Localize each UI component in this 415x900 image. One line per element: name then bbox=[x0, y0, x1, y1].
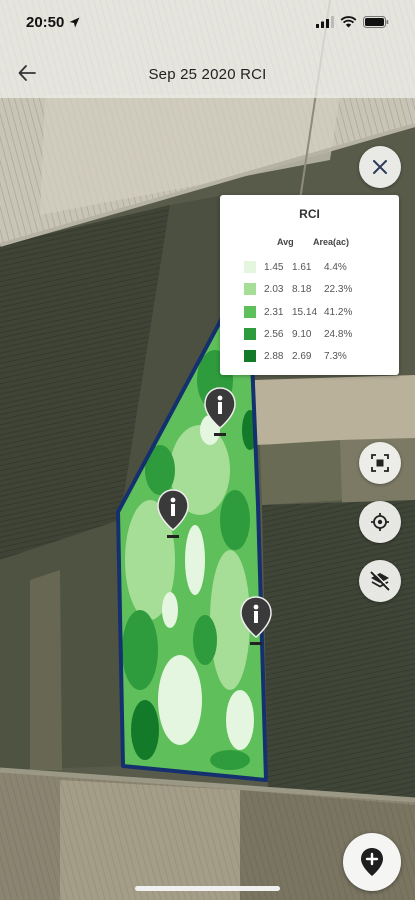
my-location-icon bbox=[371, 513, 389, 531]
legend-row: 2.31 15.14 41.2% bbox=[244, 305, 352, 319]
rci-legend: RCI Avg Area(ac) 1.45 1.61 4.4% 2.03 8.1… bbox=[220, 195, 399, 375]
legend-row: 2.56 9.10 24.8% bbox=[244, 327, 352, 341]
status-bar: 20:50 bbox=[0, 0, 415, 44]
hide-layers-button[interactable] bbox=[359, 560, 401, 602]
home-indicator bbox=[135, 886, 280, 891]
back-arrow-icon bbox=[18, 65, 36, 81]
legend-col-area: Area(ac) bbox=[313, 237, 350, 247]
legend-swatch bbox=[244, 350, 256, 362]
my-location-button[interactable] bbox=[359, 501, 401, 543]
battery-icon bbox=[363, 16, 389, 28]
status-time: 20:50 bbox=[26, 13, 65, 31]
fit-bounds-button[interactable] bbox=[359, 442, 401, 484]
nav-bar: Sep 25 2020 RCI bbox=[0, 52, 415, 96]
location-arrow-icon bbox=[69, 17, 80, 27]
close-icon bbox=[373, 160, 387, 174]
legend-row: 2.88 2.69 7.3% bbox=[244, 349, 347, 363]
page-title: Sep 25 2020 RCI bbox=[148, 65, 267, 83]
add-pin-icon bbox=[361, 848, 383, 876]
legend-swatch bbox=[244, 283, 256, 295]
legend-swatch bbox=[244, 328, 256, 340]
legend-swatch bbox=[244, 306, 256, 318]
info-marker[interactable] bbox=[203, 386, 237, 438]
signal-icon bbox=[316, 16, 334, 28]
legend-row: 2.03 8.18 22.3% bbox=[244, 282, 352, 296]
info-marker[interactable] bbox=[239, 595, 273, 647]
hide-layers-icon bbox=[370, 571, 391, 591]
close-button[interactable] bbox=[359, 146, 401, 188]
add-pin-button[interactable] bbox=[343, 833, 401, 891]
legend-col-avg: Avg bbox=[277, 237, 294, 247]
legend-row: 1.45 1.61 4.4% bbox=[244, 260, 347, 274]
wifi-icon bbox=[340, 16, 357, 28]
satellite-map[interactable] bbox=[0, 0, 415, 900]
back-button[interactable] bbox=[12, 58, 42, 88]
legend-title: RCI bbox=[299, 207, 320, 221]
legend-swatch bbox=[244, 261, 256, 273]
fit-bounds-icon bbox=[371, 454, 389, 472]
info-marker[interactable] bbox=[156, 488, 190, 540]
